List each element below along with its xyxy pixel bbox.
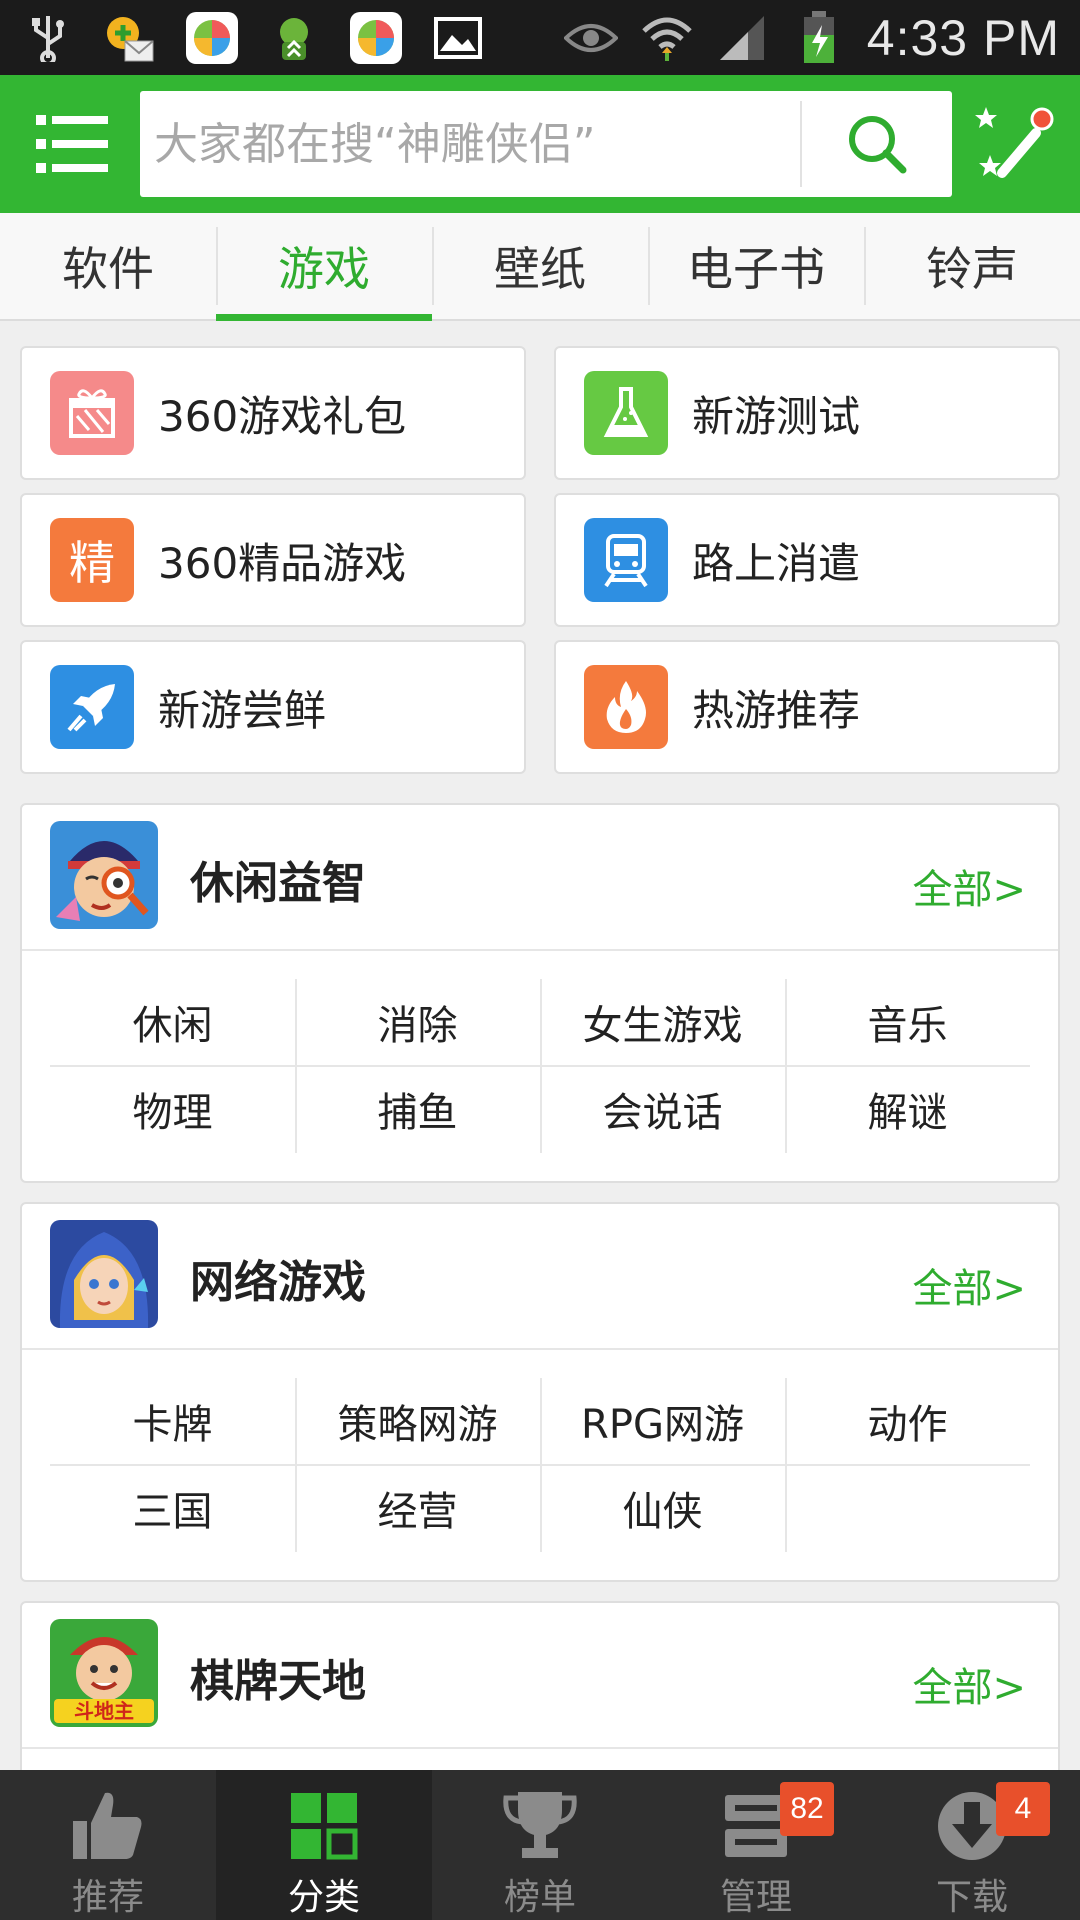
trophy-icon xyxy=(500,1788,580,1864)
quick-link-gift[interactable]: 360游戏礼包 xyxy=(20,346,526,480)
quick-link-new-games[interactable]: 新游尝鲜 xyxy=(20,640,526,774)
view-all-link[interactable]: 全部> xyxy=(912,1256,1026,1314)
bottom-nav: 推荐 分类 榜单 管理 82 下载 4 xyxy=(0,1770,1080,1920)
subcategory-item[interactable]: 物理 xyxy=(50,1067,295,1151)
subcategory-item[interactable]: 经营 xyxy=(295,1466,540,1552)
quick-link-label: 360精品游戏 xyxy=(158,538,407,588)
card-title: 棋牌天地 xyxy=(190,1656,366,1707)
signal-icon xyxy=(715,10,771,66)
subcategory-item[interactable]: 会说话 xyxy=(540,1067,785,1153)
subcategory-item[interactable]: 动作 xyxy=(785,1378,1030,1464)
subcategory-item[interactable]: 三国 xyxy=(50,1466,295,1550)
grid-icon xyxy=(284,1788,364,1864)
nav-label: 下载 xyxy=(935,1877,1008,1918)
image-icon xyxy=(430,10,486,66)
subcategory-item[interactable]: 女生游戏 xyxy=(540,979,785,1065)
tab-ringtone[interactable]: 铃声 xyxy=(864,213,1080,319)
subcategory-item[interactable]: 策略网游 xyxy=(295,1378,540,1464)
jing-icon: 精 xyxy=(50,518,134,602)
casual-game-thumbnail xyxy=(50,821,158,929)
search-box xyxy=(140,91,952,197)
card-title: 网络游戏 xyxy=(190,1257,366,1308)
search-icon xyxy=(849,116,907,174)
subcategory-item[interactable]: 仙侠 xyxy=(540,1466,785,1552)
tab-wallpaper[interactable]: 壁纸 xyxy=(432,213,648,319)
nav-label: 管理 xyxy=(719,1877,792,1918)
view-all-link[interactable]: 全部> xyxy=(912,857,1026,915)
subcategory-row: 物理 捕鱼 会说话 解谜 xyxy=(50,1065,1030,1153)
subcategory-item[interactable]: 卡牌 xyxy=(50,1378,295,1464)
battery-charging-icon xyxy=(791,10,847,66)
nav-label: 榜单 xyxy=(503,1877,576,1918)
subcategory-grid: 休闲 消除 女生游戏 音乐 物理 捕鱼 会说话 解谜 xyxy=(50,979,1030,1153)
nav-label: 推荐 xyxy=(71,1877,144,1918)
eye-icon xyxy=(563,10,619,66)
quick-link-label: 新游测试 xyxy=(692,391,861,441)
wifi-icon xyxy=(639,10,695,66)
subcategory-item-empty xyxy=(785,1466,1030,1552)
category-card-online: 网络游戏 全部> 卡牌 策略网游 RPG网游 动作 三国 经营 仙侠 xyxy=(20,1202,1060,1582)
menu-icon xyxy=(36,115,108,173)
quick-link-label: 路上消遣 xyxy=(692,538,861,588)
nav-download[interactable]: 下载 4 xyxy=(864,1770,1080,1920)
magic-wand-icon xyxy=(975,107,1054,178)
subcategory-row: 三国 经营 仙侠 xyxy=(50,1464,1030,1552)
quick-link-on-the-road[interactable]: 路上消遣 xyxy=(554,493,1060,627)
download-badge: 4 xyxy=(996,1782,1050,1836)
quick-link-label: 360游戏礼包 xyxy=(158,391,407,441)
mail-app-icon xyxy=(102,10,158,66)
nav-rankings[interactable]: 榜单 xyxy=(432,1770,648,1920)
nav-category[interactable]: 分类 xyxy=(216,1770,432,1920)
manage-badge: 82 xyxy=(780,1782,834,1836)
tab-ebook[interactable]: 电子书 xyxy=(648,213,864,319)
app-header xyxy=(0,75,1080,213)
card-title: 休闲益智 xyxy=(190,858,366,909)
thumbnail-caption: 斗地主 xyxy=(74,1699,134,1723)
subcategory-item[interactable]: 音乐 xyxy=(785,979,1030,1065)
subcategory-item[interactable]: 消除 xyxy=(295,979,540,1065)
360-app-icon xyxy=(348,10,404,66)
nav-label: 分类 xyxy=(287,1877,360,1918)
online-game-thumbnail xyxy=(50,1220,158,1328)
flask-icon xyxy=(584,371,668,455)
subcategory-item[interactable]: 解谜 xyxy=(785,1067,1030,1153)
subcategory-grid: 卡牌 策略网游 RPG网游 动作 三国 经营 仙侠 xyxy=(50,1378,1030,1552)
subcategory-item[interactable]: 捕鱼 xyxy=(295,1067,540,1153)
nav-recommend[interactable]: 推荐 xyxy=(0,1770,216,1920)
rocket-icon xyxy=(50,665,134,749)
search-button[interactable] xyxy=(802,91,952,197)
quick-link-label: 热游推荐 xyxy=(692,685,861,735)
card-header[interactable]: 网络游戏 全部> xyxy=(22,1204,1058,1350)
360-app-icon xyxy=(184,10,240,66)
category-card-casual: 休闲益智 全部> 休闲 消除 女生游戏 音乐 物理 捕鱼 会说话 解谜 xyxy=(20,803,1060,1183)
thumbs-up-icon xyxy=(68,1788,148,1864)
board-game-thumbnail: 斗地主 xyxy=(50,1619,158,1727)
view-all-link[interactable]: 全部> xyxy=(912,1655,1026,1713)
menu-button[interactable] xyxy=(36,111,108,177)
quick-link-hot[interactable]: 热游推荐 xyxy=(554,640,1060,774)
quick-link-new-test[interactable]: 新游测试 xyxy=(554,346,1060,480)
gift-icon xyxy=(50,371,134,455)
subcategory-row: 卡牌 策略网游 RPG网游 动作 xyxy=(50,1378,1030,1464)
card-header[interactable]: 休闲益智 全部> xyxy=(22,805,1058,951)
subcategory-row: 休闲 消除 女生游戏 音乐 xyxy=(50,979,1030,1065)
card-header[interactable]: 斗地主 棋牌天地 全部> xyxy=(22,1603,1058,1749)
quick-link-label: 新游尝鲜 xyxy=(158,685,327,735)
fire-icon xyxy=(584,665,668,749)
tools-button[interactable] xyxy=(966,97,1062,193)
train-icon xyxy=(584,518,668,602)
tab-games[interactable]: 游戏 xyxy=(216,213,432,321)
robot-app-icon xyxy=(266,10,322,66)
status-bar: 4:33 PM xyxy=(0,0,1080,75)
quick-link-premium[interactable]: 精 360精品游戏 xyxy=(20,493,526,627)
usb-icon xyxy=(20,10,76,66)
subcategory-item[interactable]: RPG网游 xyxy=(540,1378,785,1464)
category-tabs: 软件 游戏 壁纸 电子书 铃声 xyxy=(0,213,1080,321)
tab-software[interactable]: 软件 xyxy=(0,213,216,319)
clock: 4:33 PM xyxy=(866,9,1060,66)
nav-manage[interactable]: 管理 82 xyxy=(648,1770,864,1920)
subcategory-item[interactable]: 休闲 xyxy=(50,979,295,1065)
